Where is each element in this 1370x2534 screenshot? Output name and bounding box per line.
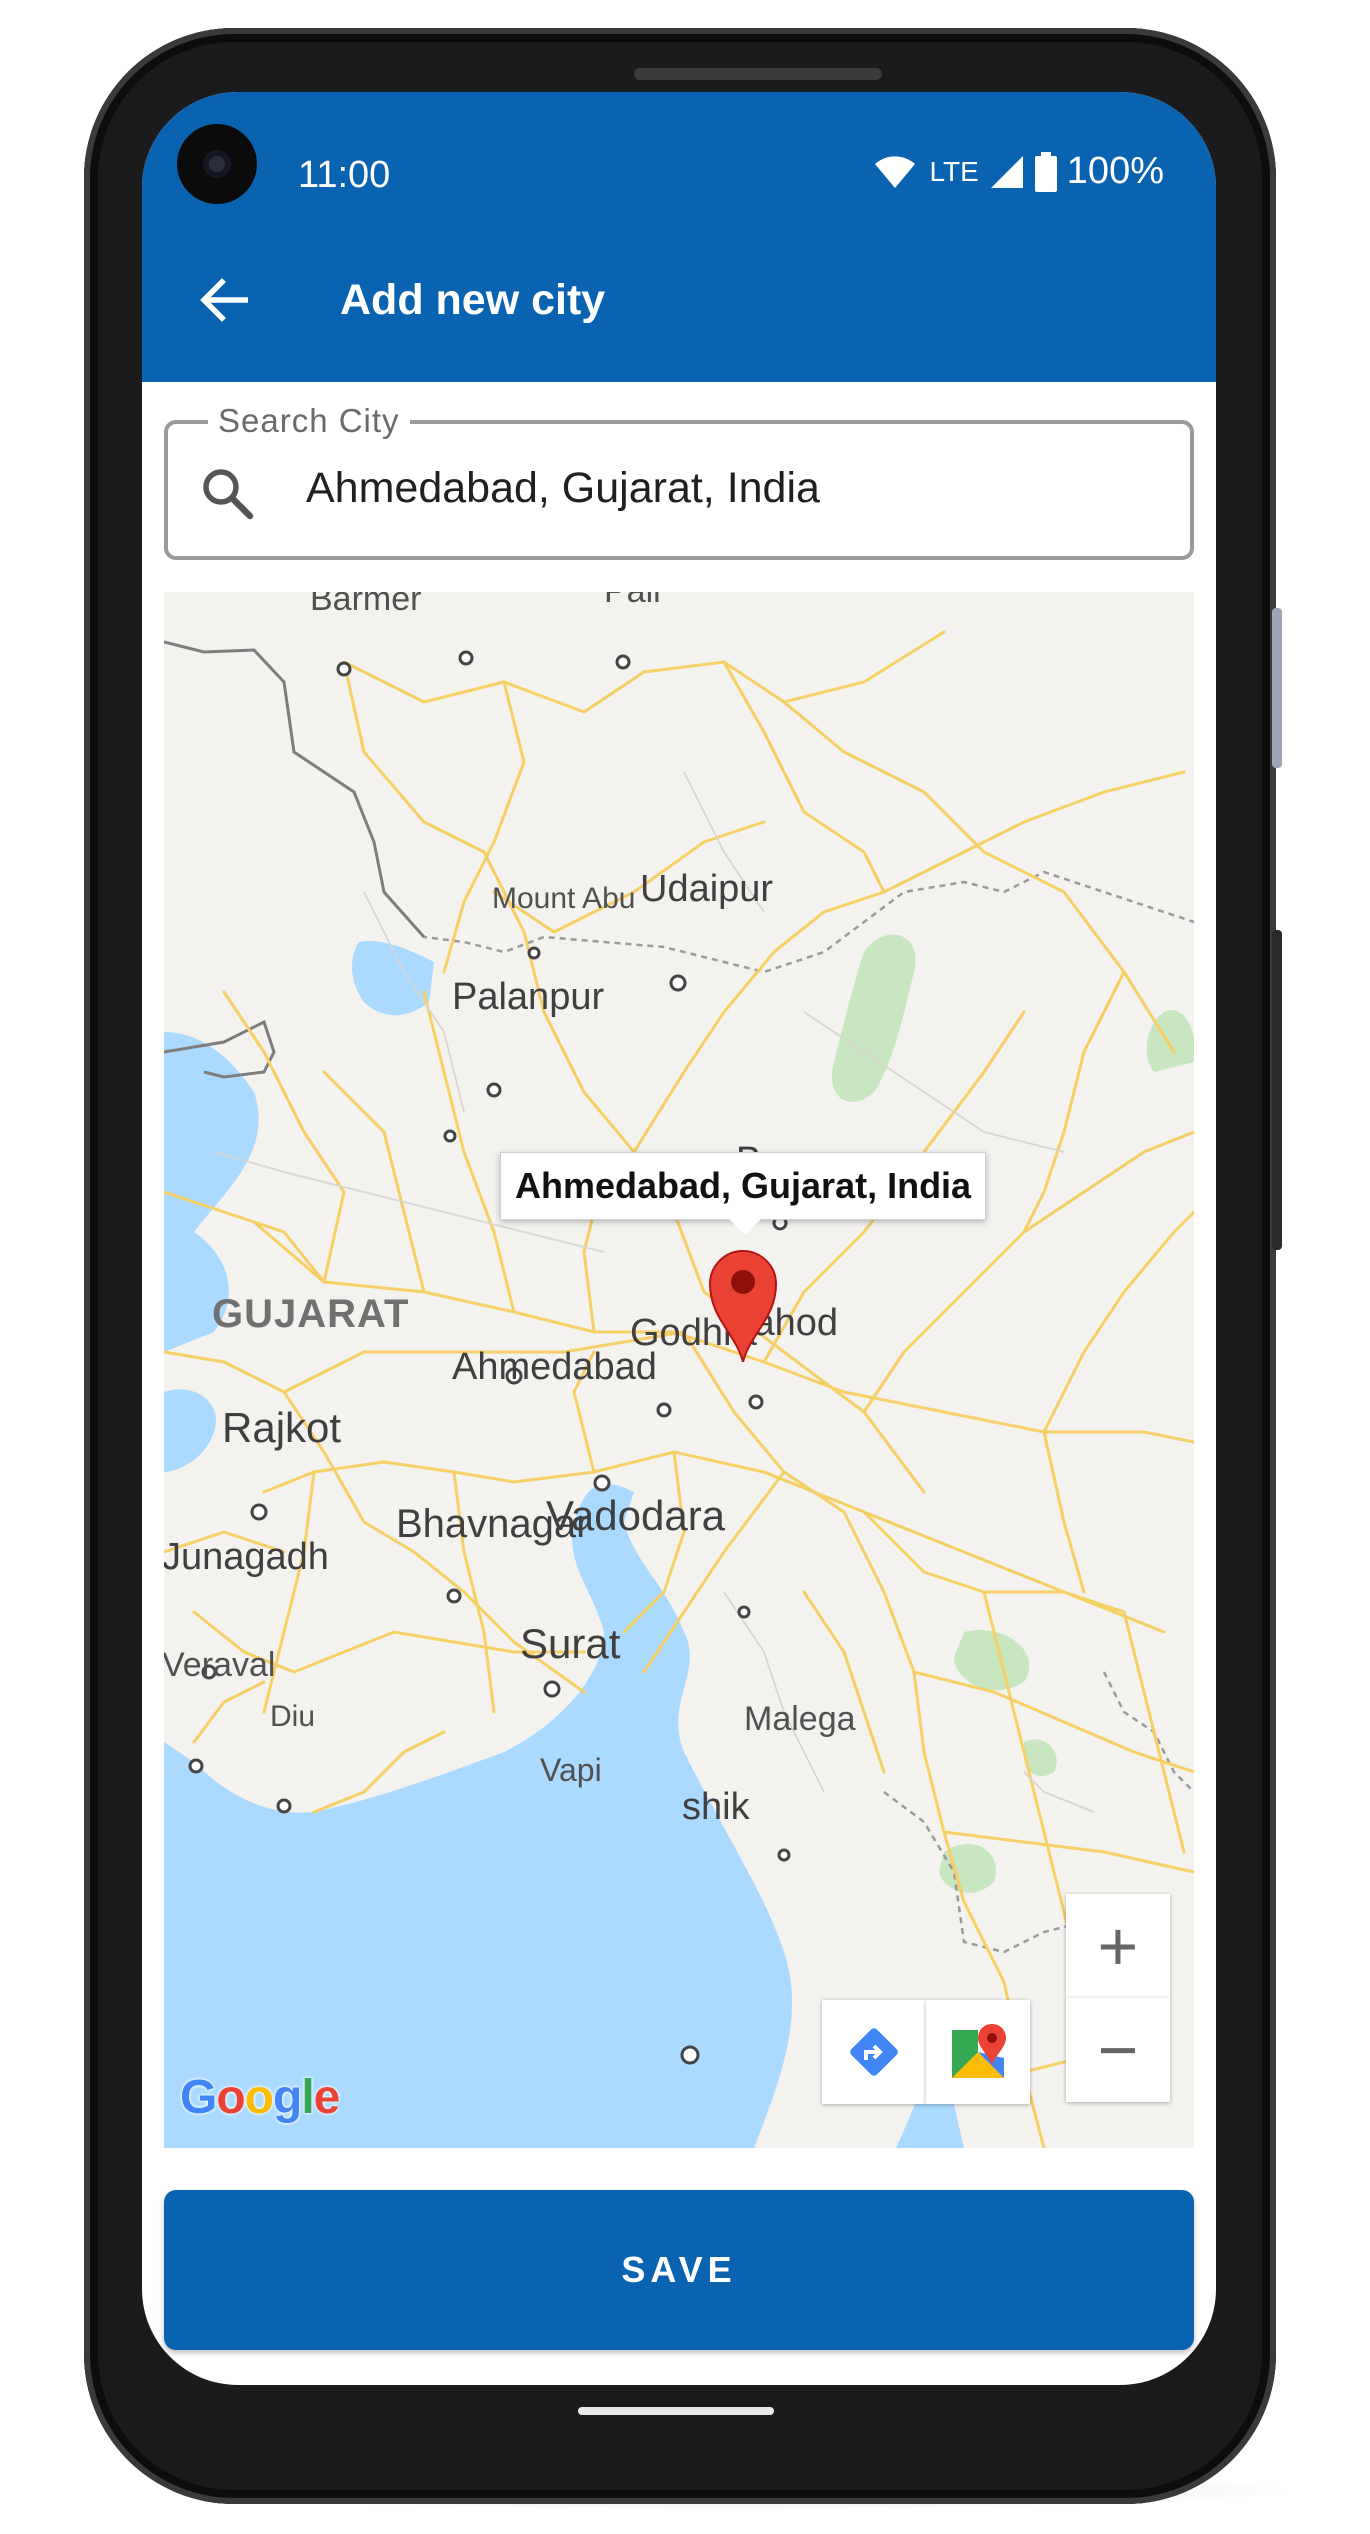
home-indicator[interactable]: [578, 2407, 774, 2415]
back-button[interactable]: [194, 270, 254, 330]
map-label-vadodara: Vadodara: [546, 1492, 726, 1539]
zoom-in-button[interactable]: +: [1066, 1894, 1170, 1998]
arrow-back-icon: [200, 278, 248, 322]
map-label-ahmedabad: Ahmedabad: [452, 1346, 657, 1388]
place-info-window: Ahmedabad, Gujarat, India: [500, 1152, 987, 1235]
zoom-out-button[interactable]: −: [1066, 1998, 1170, 2102]
map-label-diu: Diu: [270, 1700, 316, 1733]
wifi-icon: [874, 155, 915, 188]
map-label-barmer: Barmer: [310, 592, 422, 618]
map-label-vapi: Vapi: [540, 1752, 602, 1788]
status-icons: LTE 100%: [874, 150, 1164, 193]
signal-icon: [990, 155, 1023, 188]
map-label-nashik: shik: [682, 1786, 750, 1828]
search-city-field[interactable]: Search City Ahmedabad, Gujarat, India: [164, 402, 1194, 560]
page-title: Add new city: [340, 276, 606, 324]
map-label-palanpur: Palanpur: [452, 976, 605, 1018]
search-city-label: Search City: [208, 402, 410, 440]
map-base: [164, 630, 1194, 2148]
google-maps-icon: [952, 2024, 1006, 2078]
map-label-gujarat: GUJARAT: [212, 1292, 410, 1336]
google-logo: Google: [180, 2071, 340, 2124]
save-button[interactable]: SAVE: [164, 2190, 1194, 2350]
network-type: LTE: [929, 155, 979, 187]
map-label-udaipur: Udaipur: [640, 868, 774, 910]
map-view[interactable]: Barmer Pali Mount Abu Udaipur Palanpur B…: [164, 592, 1194, 2148]
screen: 11:00 LTE 100% Add new city Search City: [142, 92, 1216, 2385]
directions-icon: [850, 2028, 898, 2076]
map-label-pali: Pali: [604, 592, 661, 611]
search-input[interactable]: Ahmedabad, Gujarat, India: [306, 464, 820, 513]
volume-button: [1272, 930, 1282, 1250]
map-label-surat: Surat: [520, 1620, 621, 1667]
location-pin-icon[interactable]: [706, 1244, 780, 1362]
map-label-malegaon: Malega: [744, 1700, 856, 1738]
map-label-veraval: Veraval: [164, 1646, 276, 1684]
power-button: [1272, 608, 1282, 768]
map-label-junagadh: Junagadh: [164, 1536, 329, 1578]
map-label-rajkot: Rajkot: [222, 1404, 342, 1451]
front-camera: [177, 124, 257, 204]
app-bar: 11:00 LTE 100% Add new city: [142, 92, 1216, 382]
search-icon: [203, 469, 254, 520]
battery-icon: [1034, 151, 1057, 192]
gesture-bar: [142, 2385, 1216, 2475]
speaker-grille: [634, 68, 882, 80]
battery-percent: 100%: [1066, 150, 1164, 192]
directions-button[interactable]: [822, 2000, 926, 2104]
open-in-maps-button[interactable]: [926, 2000, 1030, 2104]
map-label-mount-abu: Mount Abu: [492, 882, 636, 915]
status-time: 11:00: [298, 154, 391, 196]
